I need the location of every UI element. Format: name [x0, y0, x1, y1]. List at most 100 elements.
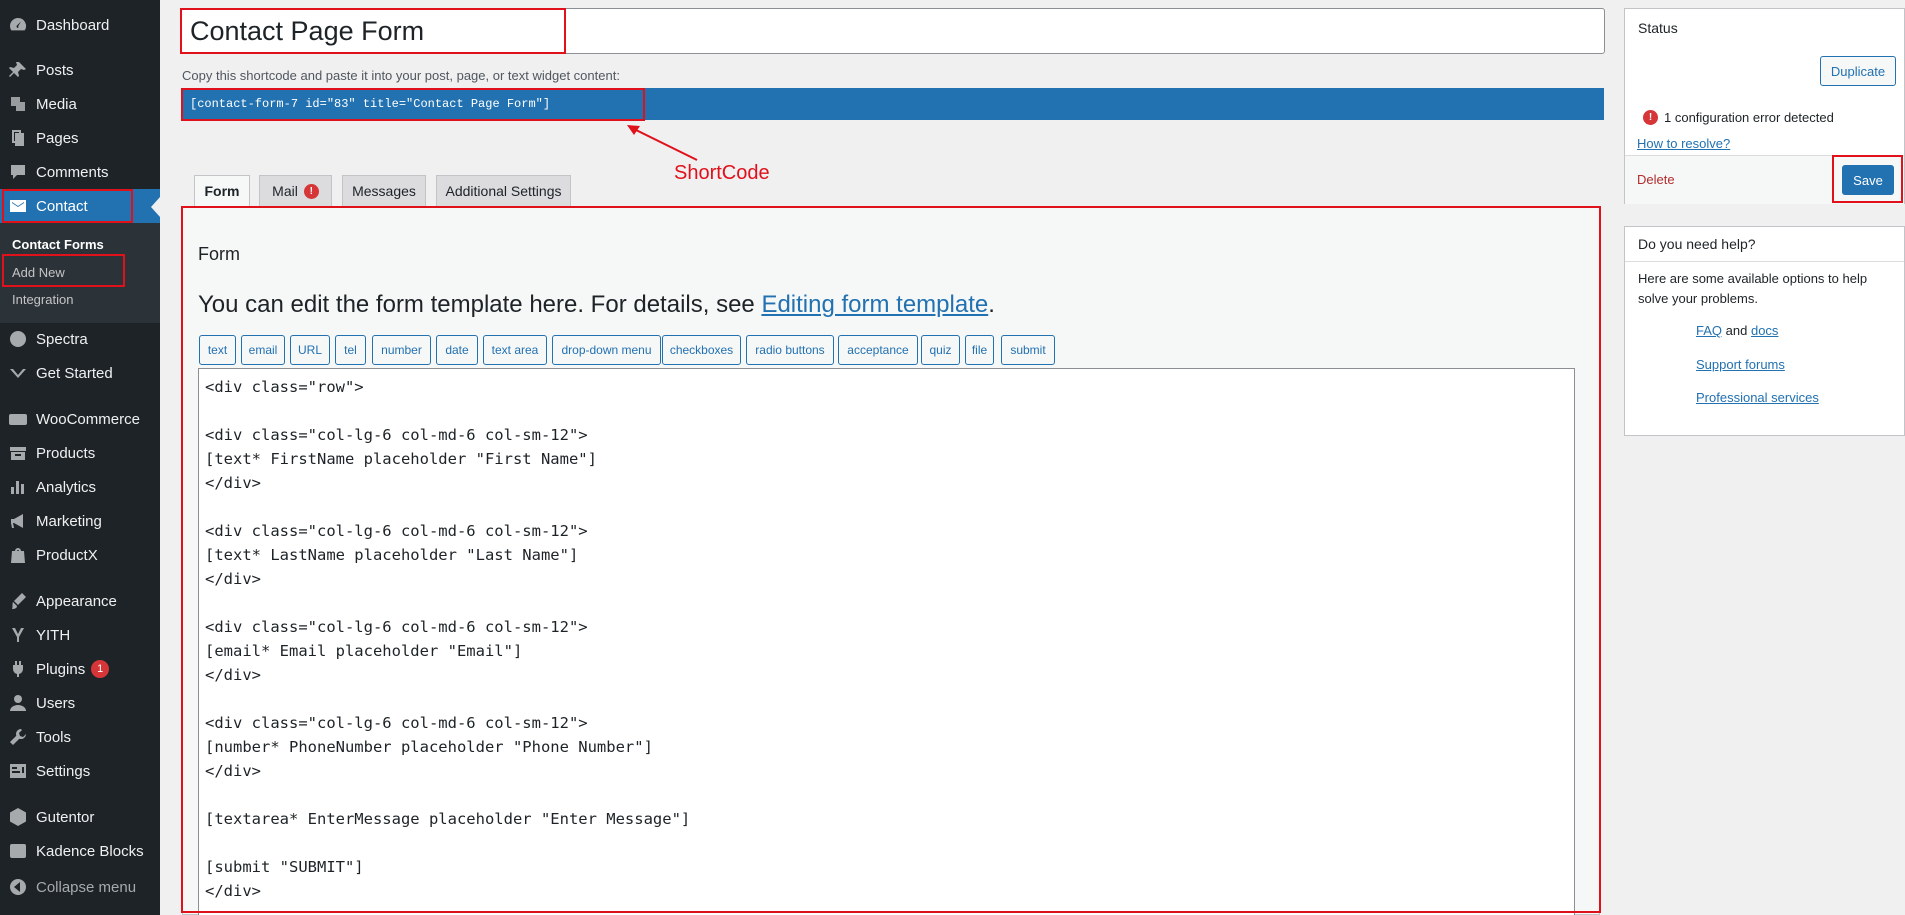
get-started-icon — [0, 363, 36, 383]
media-icon — [0, 94, 36, 114]
code-line: <div class="col-lg-6 col-md-6 col-sm-12"… — [205, 522, 588, 540]
professional-services-link[interactable]: Professional services — [1696, 390, 1819, 405]
shortcode-description: Copy this shortcode and paste it into yo… — [182, 68, 620, 83]
tag-button-submit[interactable]: submit — [1001, 335, 1055, 365]
docs-link[interactable]: docs — [1751, 323, 1778, 338]
woo-icon — [0, 409, 36, 429]
tag-button-text-area[interactable]: text area — [483, 335, 547, 365]
code-line: <div class="col-lg-6 col-md-6 col-sm-12"… — [205, 714, 588, 732]
sidebar-item-label: Users — [36, 694, 76, 712]
sidebar-item-label: Comments — [36, 163, 109, 181]
how-to-resolve-link[interactable]: How to resolve? — [1637, 136, 1730, 151]
sidebar-item-label: YITH — [36, 626, 71, 644]
sidebar-item-label: Spectra — [36, 330, 88, 348]
submenu-item-contact-forms[interactable]: Contact Forms — [12, 237, 104, 252]
sidebar-item-woocommerce[interactable]: WooCommerce — [0, 402, 160, 436]
admin-sidebar: Dashboard Posts Media Pages Comments Con… — [0, 0, 160, 915]
sidebar-item-comments[interactable]: Comments — [0, 155, 160, 189]
tab-additional-settings[interactable]: Additional Settings — [436, 175, 571, 207]
form-title-field[interactable]: Contact Page Form — [181, 8, 1605, 54]
user-icon — [0, 693, 36, 713]
help-and-text: and — [1725, 323, 1748, 338]
save-button[interactable]: Save — [1842, 165, 1894, 195]
tag-button-drop-down-menu[interactable]: drop-down menu — [552, 335, 661, 365]
sidebar-item-appearance[interactable]: Appearance — [0, 584, 160, 618]
dashboard-icon — [0, 15, 36, 35]
sidebar-item-label: Analytics — [36, 478, 97, 496]
code-line: [email* Email placeholder "Email"] — [205, 642, 523, 660]
sidebar-item-dashboard[interactable]: Dashboard — [0, 8, 160, 42]
tab-label: Mail — [272, 183, 298, 199]
sidebar-item-label: Pages — [36, 129, 79, 147]
tab-messages[interactable]: Messages — [342, 175, 426, 207]
sidebar-item-products[interactable]: Products — [0, 436, 160, 470]
form-intro-suffix: . — [988, 291, 995, 318]
sidebar-item-label: Tools — [36, 728, 72, 746]
sidebar-item-plugins[interactable]: Plugins 1 — [0, 652, 160, 686]
faq-link[interactable]: FAQ — [1696, 323, 1722, 338]
brush-icon — [0, 591, 36, 611]
wrench-icon — [0, 727, 36, 747]
sidebar-item-productx[interactable]: ProductX — [0, 538, 160, 572]
tag-button-checkboxes[interactable]: checkboxes — [662, 335, 741, 365]
form-title-input[interactable]: Contact Page Form — [190, 13, 424, 49]
tag-button-date[interactable]: date — [436, 335, 478, 365]
sidebar-item-analytics[interactable]: Analytics — [0, 470, 160, 504]
tag-button-tel[interactable]: tel — [335, 335, 366, 365]
sidebar-item-kadence-blocks[interactable]: Kadence Blocks — [0, 834, 160, 868]
submenu-item-integration[interactable]: Integration — [12, 292, 73, 307]
sidebar-item-tools[interactable]: Tools — [0, 720, 160, 754]
pin-icon — [0, 60, 36, 80]
tab-mail[interactable]: Mail ! — [259, 175, 332, 207]
sidebar-item-contact[interactable]: Contact — [0, 189, 160, 223]
sidebar-item-label: Appearance — [36, 592, 117, 610]
tag-button-url[interactable]: URL — [290, 335, 330, 365]
help-text: Here are some available options to help … — [1638, 271, 1868, 306]
config-error-notice: ! 1 configuration error detected — [1643, 110, 1834, 125]
code-line: <div class="col-lg-6 col-md-6 col-sm-12"… — [205, 618, 588, 636]
tag-button-text[interactable]: text — [199, 335, 236, 365]
tag-button-file[interactable]: file — [965, 335, 994, 365]
code-line: </div> — [205, 570, 261, 588]
archive-icon — [0, 443, 36, 463]
sidebar-item-yith[interactable]: YITH — [0, 618, 160, 652]
sidebar-item-users[interactable]: Users — [0, 686, 160, 720]
submenu-item-add-new[interactable]: Add New — [12, 265, 65, 280]
tag-button-radio-buttons[interactable]: radio buttons — [746, 335, 834, 365]
tag-button-acceptance[interactable]: acceptance — [838, 335, 918, 365]
status-box: Status Duplicate ! 1 configuration error… — [1624, 8, 1905, 204]
shortcode-text[interactable]: [contact-form-7 id="83" title="Contact P… — [182, 88, 1604, 120]
sidebar-item-spectra[interactable]: Spectra — [0, 322, 160, 356]
sidebar-item-label: WooCommerce — [36, 410, 140, 428]
sidebar-item-label: Plugins — [36, 660, 86, 678]
annotation-arrow — [627, 125, 698, 161]
sidebar-item-label: Kadence Blocks — [36, 842, 144, 860]
sidebar-item-posts[interactable]: Posts — [0, 53, 160, 87]
tab-form[interactable]: Form — [194, 175, 250, 207]
tag-button-email[interactable]: email — [241, 335, 285, 365]
tag-button-number[interactable]: number — [372, 335, 431, 365]
help-faq-docs: FAQ and docs — [1696, 323, 1778, 338]
sidebar-item-media[interactable]: Media — [0, 87, 160, 121]
sidebar-item-gutentor[interactable]: Gutentor — [0, 800, 160, 834]
sidebar-item-label: Products — [36, 444, 96, 462]
sidebar-item-marketing[interactable]: Marketing — [0, 504, 160, 538]
editing-form-template-link[interactable]: Editing form template — [761, 291, 988, 318]
tag-button-quiz[interactable]: quiz — [921, 335, 960, 365]
tab-label: Form — [204, 183, 240, 199]
support-forums-link[interactable]: Support forums — [1696, 357, 1785, 372]
form-template-textarea[interactable]: <div class="row"> <div class="col-lg-6 c… — [198, 368, 1575, 915]
code-line: [text* FirstName placeholder "First Name… — [205, 450, 597, 468]
form-panel: Form You can edit the form template here… — [182, 206, 1600, 915]
sidebar-item-get-started[interactable]: Get Started — [0, 356, 160, 390]
tab-label: Additional Settings — [445, 183, 562, 199]
code-line: [number* PhoneNumber placeholder "Phone … — [205, 738, 653, 756]
duplicate-button[interactable]: Duplicate — [1820, 56, 1896, 86]
delete-link[interactable]: Delete — [1637, 172, 1675, 187]
sidebar-item-settings[interactable]: Settings — [0, 754, 160, 788]
sidebar-item-pages[interactable]: Pages — [0, 121, 160, 155]
collapse-menu-button[interactable]: Collapse menu — [0, 870, 160, 904]
settings-icon — [0, 761, 36, 781]
